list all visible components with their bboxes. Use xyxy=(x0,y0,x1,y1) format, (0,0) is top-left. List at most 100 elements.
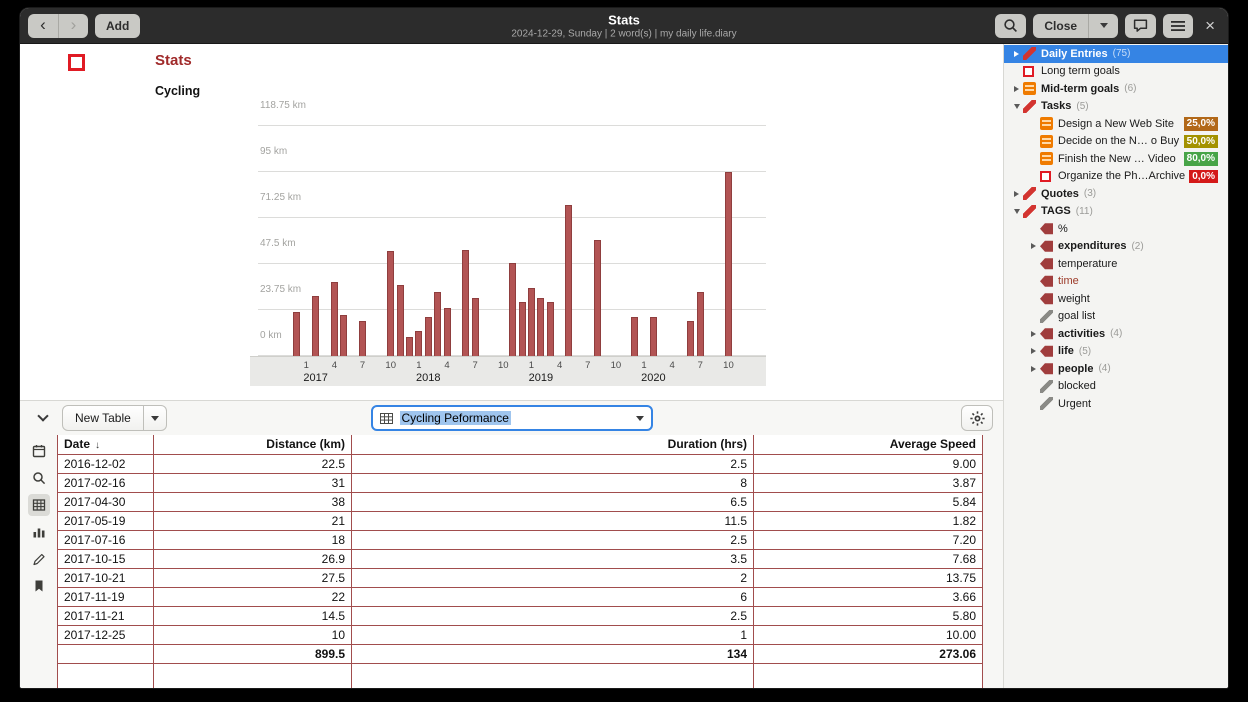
x-tick-label: 10 xyxy=(498,360,509,371)
sidebar-tree: Daily Entries(75)Long term goalsMid-term… xyxy=(1004,45,1228,413)
expander-down-icon[interactable] xyxy=(1010,104,1023,109)
diary-entry-icon xyxy=(1023,205,1036,218)
table-cell: 9.00 xyxy=(754,454,983,473)
tree-item-temperature[interactable]: temperature xyxy=(1004,255,1228,273)
tree-item-urgent[interactable]: Urgent xyxy=(1004,395,1228,413)
table-row[interactable]: 2017-02-163183.87 xyxy=(58,473,983,492)
close-dropdown-button[interactable] xyxy=(1088,14,1118,38)
table-cell: 31 xyxy=(154,473,352,492)
table-row[interactable]: 2017-04-30386.55.84 xyxy=(58,492,983,511)
tree-item-goal-list[interactable]: goal list xyxy=(1004,308,1228,326)
gear-icon xyxy=(970,411,985,426)
table-cell: 10 xyxy=(154,625,352,644)
item-count: (4) xyxy=(1098,363,1110,374)
tree-item-daily-entries[interactable]: Daily Entries(75) xyxy=(1004,45,1228,63)
tag-icon xyxy=(1040,292,1053,305)
search-button[interactable] xyxy=(995,14,1026,38)
tree-item-tags[interactable]: TAGS(11) xyxy=(1004,203,1228,221)
table-row[interactable]: 2017-11-2114.52.55.80 xyxy=(58,606,983,625)
tree-item-organize-the-ph-archive[interactable]: Organize the Ph…Archive0,0% xyxy=(1004,168,1228,186)
close-entry-button[interactable]: Close xyxy=(1033,14,1088,38)
tree-item-long-term-goals[interactable]: Long term goals xyxy=(1004,63,1228,81)
expander-right-icon[interactable] xyxy=(1027,348,1040,354)
expander-right-icon[interactable] xyxy=(1010,86,1023,92)
x-tick-label: 4 xyxy=(444,360,449,371)
tree-item-label: Urgent xyxy=(1058,398,1091,410)
themes-tab-button[interactable] xyxy=(28,548,50,570)
totals-row: 899.5134273.06 xyxy=(58,644,983,663)
tree-item-design-a-new-web-site[interactable]: Design a New Web Site25,0% xyxy=(1004,115,1228,133)
x-tick-label: 10 xyxy=(385,360,396,371)
tables-tab-button[interactable] xyxy=(28,494,50,516)
hamburger-icon xyxy=(1171,20,1185,32)
x-tick-label: 10 xyxy=(723,360,734,371)
table-row[interactable]: 2017-10-1526.93.57.68 xyxy=(58,549,983,568)
search-tab-button[interactable] xyxy=(28,467,50,489)
tree-item-activities[interactable]: activities(4) xyxy=(1004,325,1228,343)
column-header-date[interactable]: Date↓ xyxy=(58,435,154,454)
table-cell: 21 xyxy=(154,511,352,530)
header-left: ‹ › Add xyxy=(28,14,140,38)
tree-item-blocked[interactable]: blocked xyxy=(1004,378,1228,396)
tree-item-expenditures[interactable]: expenditures(2) xyxy=(1004,238,1228,256)
chart-bar xyxy=(359,321,366,356)
bookmarks-tab-button[interactable] xyxy=(28,575,50,597)
column-header-distance-km[interactable]: Distance (km) xyxy=(154,435,352,454)
item-count: (3) xyxy=(1084,188,1096,199)
column-header-average-speed[interactable]: Average Speed xyxy=(754,435,983,454)
table-row[interactable]: 2017-07-16182.57.20 xyxy=(58,530,983,549)
tree-item-life[interactable]: life(5) xyxy=(1004,343,1228,361)
new-table-dropdown-button[interactable] xyxy=(144,405,167,431)
back-button[interactable]: ‹ xyxy=(28,14,58,38)
table-row[interactable]: 2017-11-192263.66 xyxy=(58,587,983,606)
tree-item-decide-on-the-n-o-buy[interactable]: Decide on the N… o Buy50,0% xyxy=(1004,133,1228,151)
chart-bar xyxy=(397,285,404,356)
tree-item-finish-the-new-video[interactable]: Finish the New … Video80,0% xyxy=(1004,150,1228,168)
tree-item-%[interactable]: % xyxy=(1004,220,1228,238)
column-header-duration-hrs[interactable]: Duration (hrs) xyxy=(352,435,754,454)
table-filler-cell xyxy=(58,663,154,688)
chart-plot: 0 km23.75 km47.5 km71.25 km95 km118.75 k… xyxy=(250,116,766,356)
tree-item-tasks[interactable]: Tasks(5) xyxy=(1004,98,1228,116)
expander-right-icon[interactable] xyxy=(1027,366,1040,372)
calendar-tab-button[interactable] xyxy=(28,440,50,462)
tree-item-label: temperature xyxy=(1058,258,1117,270)
table-cell: 2017-05-19 xyxy=(58,511,154,530)
progress-badge: 25,0% xyxy=(1184,117,1218,131)
combo-selected-value: Cycling Peformance xyxy=(400,411,511,425)
charts-tab-button[interactable] xyxy=(28,521,50,543)
table-row[interactable]: 2017-12-2510110.00 xyxy=(58,625,983,644)
tree-item-weight[interactable]: weight xyxy=(1004,290,1228,308)
expander-right-icon[interactable] xyxy=(1010,51,1023,57)
tree-item-mid-term-goals[interactable]: Mid-term goals(6) xyxy=(1004,80,1228,98)
expander-right-icon[interactable] xyxy=(1010,191,1023,197)
panel-collapse-button[interactable] xyxy=(30,405,56,431)
tree-item-quotes[interactable]: Quotes(3) xyxy=(1004,185,1228,203)
diary-entry-icon xyxy=(1023,187,1036,200)
table-row[interactable]: 2016-12-0222.52.59.00 xyxy=(58,454,983,473)
window-close-button[interactable]: × xyxy=(1200,17,1220,34)
expander-down-icon[interactable] xyxy=(1010,209,1023,214)
y-axis-label: 95 km xyxy=(260,146,287,159)
table-header-row: Date↓Distance (km)Duration (hrs)Average … xyxy=(58,435,983,454)
table-row[interactable]: 2017-10-2127.5213.75 xyxy=(58,568,983,587)
tree-item-label: people xyxy=(1058,363,1093,375)
table-selector-combo[interactable]: Cycling Peformance xyxy=(371,405,653,431)
item-count: (6) xyxy=(1124,83,1136,94)
new-table-button[interactable]: New Table xyxy=(62,405,144,431)
chart-bar xyxy=(528,288,535,356)
expander-right-icon[interactable] xyxy=(1027,243,1040,249)
forward-button[interactable]: › xyxy=(58,14,88,38)
tree-item-people[interactable]: people (4) xyxy=(1004,360,1228,378)
table-row[interactable]: 2017-05-192111.51.82 xyxy=(58,511,983,530)
progress-badge: 0,0% xyxy=(1189,170,1218,184)
add-button[interactable]: Add xyxy=(95,14,140,38)
pencil-icon xyxy=(1040,397,1053,410)
tree-item-time[interactable]: time xyxy=(1004,273,1228,291)
comment-button[interactable] xyxy=(1125,14,1156,38)
menu-button[interactable] xyxy=(1163,14,1193,38)
table-cell: 2017-02-16 xyxy=(58,473,154,492)
expander-right-icon[interactable] xyxy=(1027,331,1040,337)
todo-checkbox-icon[interactable] xyxy=(68,54,85,71)
settings-button[interactable] xyxy=(961,405,993,431)
